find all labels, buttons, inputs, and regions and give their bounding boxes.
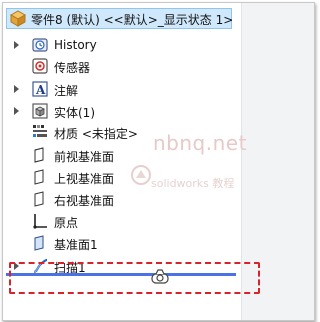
tree-item-label: 注解 xyxy=(54,84,79,98)
feature-manager-window: 零件8 (默认) <<默认>_显示状态 1> History 传感器 A 注解 … xyxy=(0,0,316,322)
tree-item-label: 实体(1) xyxy=(54,106,95,120)
tree-item-label: 原点 xyxy=(54,216,79,230)
tree-item-label: 传感器 xyxy=(54,61,91,75)
plane-icon xyxy=(31,190,49,208)
tree-item-label: 上视基准面 xyxy=(54,172,115,186)
tree-item-origin[interactable]: 原点 xyxy=(3,211,241,231)
material-icon xyxy=(31,123,49,141)
origin-icon xyxy=(31,212,49,230)
watermark-logo-icon xyxy=(129,163,153,187)
part-icon xyxy=(8,9,28,28)
svg-text:A: A xyxy=(35,83,46,97)
tree-item-label: 基准面1 xyxy=(54,238,98,252)
feature-manager-frame: 零件8 (默认) <<默认>_显示状态 1> History 传感器 A 注解 … xyxy=(2,2,315,321)
plane-icon xyxy=(31,168,49,186)
tree-item-label: 材质 <未指定> xyxy=(54,127,138,141)
expand-arrow-icon[interactable] xyxy=(14,85,19,93)
watermark-text: nbnq.net xyxy=(153,131,247,155)
annotation-icon: A xyxy=(31,80,49,98)
highlight-box xyxy=(9,262,260,294)
tree-item-plane1[interactable]: 基准面1 xyxy=(3,233,241,253)
tree-item-right-plane[interactable]: 右视基准面 xyxy=(3,189,241,209)
watermark-subtext: solidworks 教程 xyxy=(151,177,235,190)
root-part-label[interactable]: 零件8 (默认) <<默认>_显示状态 1> xyxy=(31,11,233,28)
expand-arrow-icon[interactable] xyxy=(14,107,19,115)
tree-item-label: History xyxy=(54,38,97,52)
tree-item-history[interactable]: History xyxy=(3,35,241,55)
tree-item-sensors[interactable]: 传感器 xyxy=(3,56,241,76)
plane-icon xyxy=(31,234,49,252)
history-icon xyxy=(31,36,49,54)
sensor-icon xyxy=(31,57,49,75)
tree-item-label: 右视基准面 xyxy=(54,194,115,208)
tree-item-label: 前视基准面 xyxy=(54,150,115,164)
tree-item-solid-bodies[interactable]: 实体(1) xyxy=(3,101,241,121)
tree-item-annotations[interactable]: A 注解 xyxy=(3,79,241,99)
solid-bodies-icon xyxy=(31,102,49,120)
expand-arrow-icon[interactable] xyxy=(14,41,19,49)
plane-icon xyxy=(31,146,49,164)
